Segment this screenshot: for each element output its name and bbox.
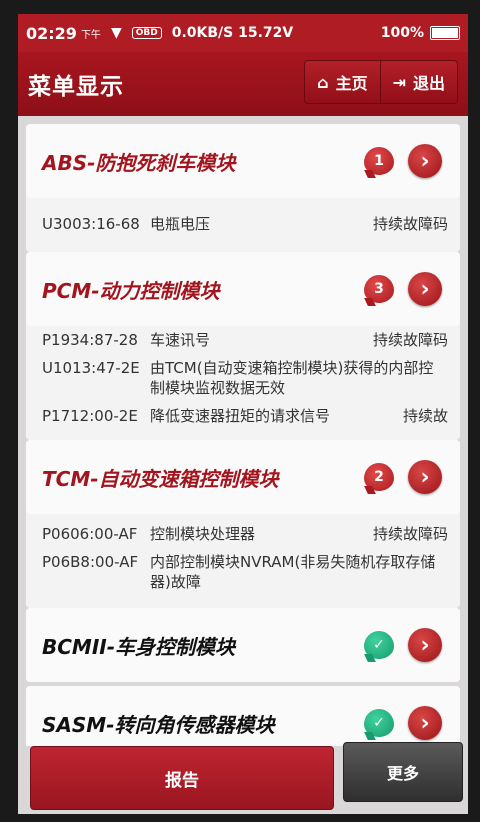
fault-code: U3003:16-68 [42, 215, 140, 233]
fault-description: 降低变速器扭矩的请求信号 [150, 407, 331, 425]
module-name: ABS-防抱死刹车模块 [42, 150, 236, 175]
fault-row: U3003:16-68 电瓶电压 持续故障码 [26, 198, 460, 238]
home-icon: ⌂ [317, 72, 329, 92]
fault-row: P1934:87-28 车速讯号 持续故障码 [26, 326, 460, 354]
chevron-right-icon[interactable]: › [408, 272, 442, 306]
bottom-action-bar: 报告 更多 [18, 742, 468, 814]
chevron-right-icon[interactable]: › [408, 144, 442, 178]
fault-code: P06B8:00-AF [42, 553, 139, 571]
module-name: BCMII-车身控制模块 [42, 634, 236, 659]
fault-status: 持续故 [402, 407, 448, 425]
nav-buttons: ⌂ 主页 ⇥ 退出 [304, 60, 458, 104]
fault-description: 电瓶电压 [150, 215, 211, 233]
fault-description: 内部控制模块NVRAM(非易失随机存取存储器)故障 [150, 553, 436, 591]
obd-adapter-icon: OBD [131, 27, 162, 39]
exit-icon: ⇥ [392, 72, 406, 92]
fault-row: P1712:00-2E 降低变速器扭矩的请求信号 持续故 [26, 402, 460, 430]
module-list[interactable]: ABS-防抱死刹车模块 1 › U3003:16-68 电瓶电压 持续故障码 P… [18, 116, 468, 760]
home-button[interactable]: ⌂ 主页 [305, 61, 379, 103]
module-group-bcm: BCMII-车身控制模块 ✓ › [26, 608, 460, 682]
chevron-right-icon[interactable]: › [408, 706, 442, 740]
fault-row: P0606:00-AF 控制模块处理器 持续故障码 [26, 514, 460, 548]
fault-code: U1013:47-2E [42, 359, 140, 377]
fault-count-badge: 2 [364, 463, 394, 491]
fault-code: P0606:00-AF [42, 525, 138, 543]
fault-status: 持续故障码 [372, 215, 448, 233]
check-icon: ✓ [364, 709, 394, 737]
page-title: 菜单显示 [28, 74, 124, 100]
fault-row: P06B8:00-AF 内部控制模块NVRAM(非易失随机存取存储器)故障 [26, 548, 460, 596]
fault-code: P1712:00-2E [42, 407, 138, 425]
wifi-icon: ▼ [110, 25, 122, 41]
module-name: SASM-转向角传感器模块 [42, 712, 275, 737]
data-rate-voltage: 0.0KB/S 15.72V [171, 25, 294, 41]
fault-count-badge: 3 [364, 275, 394, 303]
fault-count-badge: 1 [364, 147, 394, 175]
module-name: TCM-自动变速箱控制模块 [42, 466, 279, 491]
module-group-abs: ABS-防抱死刹车模块 1 › U3003:16-68 电瓶电压 持续故障码 [26, 124, 460, 252]
module-name: PCM-动力控制模块 [42, 278, 220, 303]
fault-description: 车速讯号 [150, 331, 211, 349]
exit-button[interactable]: ⇥ 退出 [379, 61, 457, 103]
module-row[interactable]: PCM-动力控制模块 3 › [26, 252, 460, 326]
fault-code: P1934:87-28 [42, 331, 138, 349]
title-bar: 菜单显示 ⌂ 主页 ⇥ 退出 [18, 52, 468, 116]
more-button[interactable]: 更多 [343, 742, 463, 802]
fault-row: U1013:47-2E 由TCM(自动变速箱控制模块)获得的内部控制模块监视数据… [26, 354, 460, 402]
home-label: 主页 [335, 74, 368, 93]
clock: 02:29 [26, 23, 77, 43]
module-group-tcm: TCM-自动变速箱控制模块 2 › P0606:00-AF 控制模块处理器 持续… [26, 440, 460, 608]
status-bar: 02:29 下午 ▼ OBD 0.0KB/S 15.72V 100% [18, 14, 468, 52]
chevron-right-icon[interactable]: › [408, 460, 442, 494]
fault-description: 控制模块处理器 [150, 525, 256, 543]
chevron-right-icon[interactable]: › [408, 628, 442, 662]
diagnostic-screen: 02:29 下午 ▼ OBD 0.0KB/S 15.72V 100% 菜单显示 … [18, 14, 468, 814]
fault-status: 持续故障码 [372, 525, 448, 543]
fault-status: 持续故障码 [372, 331, 448, 349]
exit-label: 退出 [412, 74, 445, 93]
fault-description: 由TCM(自动变速箱控制模块)获得的内部控制模块监视数据无效 [150, 359, 434, 397]
check-icon: ✓ [364, 631, 394, 659]
module-row[interactable]: BCMII-车身控制模块 ✓ › [26, 608, 460, 682]
am-pm-indicator: 下午 [80, 29, 101, 41]
report-button[interactable]: 报告 [30, 746, 334, 810]
battery-percentage: 100% [380, 25, 424, 41]
battery-icon [430, 26, 460, 40]
module-group-pcm: PCM-动力控制模块 3 › P1934:87-28 车速讯号 持续故障码 U1… [26, 252, 460, 440]
module-row[interactable]: TCM-自动变速箱控制模块 2 › [26, 440, 460, 514]
module-row[interactable]: ABS-防抱死刹车模块 1 › [26, 124, 460, 198]
